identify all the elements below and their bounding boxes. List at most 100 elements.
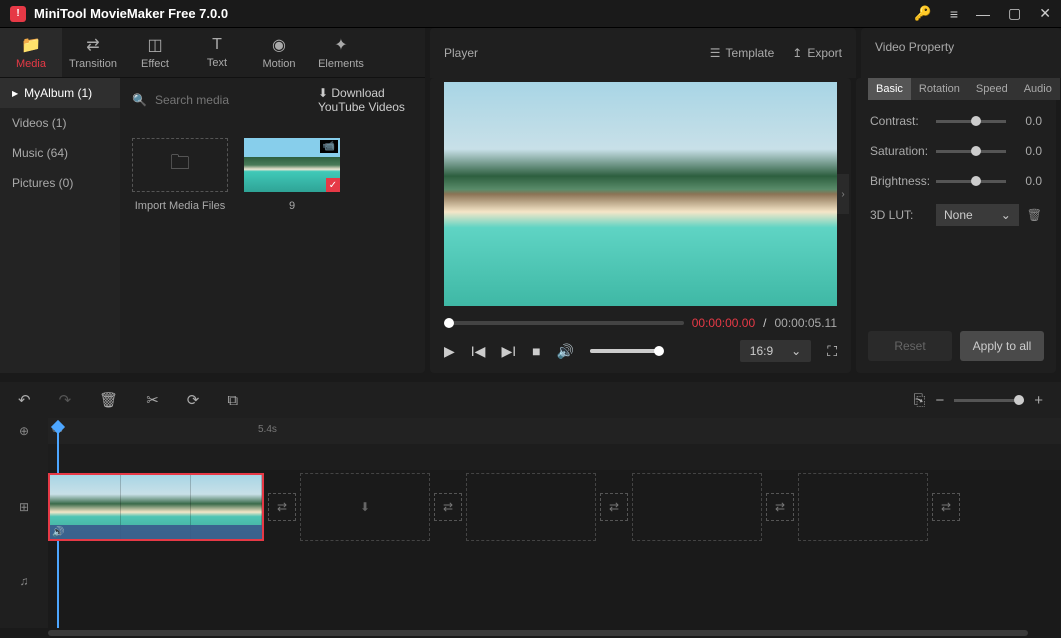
tab-media[interactable]: 📁 Media xyxy=(0,28,62,77)
tab-text[interactable]: T Text xyxy=(186,28,248,77)
lut-label: 3D LUT: xyxy=(870,208,928,222)
thumb-name: 9 xyxy=(289,200,295,212)
timeline-ruler[interactable]: 0s 5.4s xyxy=(48,418,1061,444)
tab-elements[interactable]: ✦ Elements xyxy=(310,28,372,77)
empty-clip-slot[interactable] xyxy=(466,473,596,541)
chevron-right-icon: ▶ xyxy=(12,89,18,98)
video-clip[interactable]: 🔊 xyxy=(48,473,264,541)
minimize-button[interactable]: — xyxy=(976,6,990,22)
aspect-ratio-select[interactable]: 16:9⌄ xyxy=(740,340,811,362)
app-logo: ! xyxy=(10,6,26,22)
folder-icon: 🗀 xyxy=(170,148,190,182)
props-tab-audio[interactable]: Audio xyxy=(1016,78,1060,100)
volume-slider[interactable] xyxy=(590,349,660,353)
tab-effect[interactable]: ◫ Effect xyxy=(124,28,186,77)
sidebar-item-pictures[interactable]: Pictures (0) xyxy=(0,168,120,198)
zoom-in-button[interactable]: + xyxy=(1034,392,1043,409)
sidebar-item-videos[interactable]: Videos (1) xyxy=(0,108,120,138)
brightness-value: 0.0 xyxy=(1014,174,1042,188)
search-input[interactable] xyxy=(155,93,310,107)
transition-slot[interactable]: ⇄ xyxy=(268,493,296,521)
tab-media-label: Media xyxy=(16,58,46,70)
tab-elements-label: Elements xyxy=(318,58,364,70)
tab-effect-label: Effect xyxy=(141,58,169,70)
folder-icon: 📁 xyxy=(21,35,41,55)
maximize-button[interactable]: ▢ xyxy=(1008,5,1021,22)
seek-slider[interactable] xyxy=(444,321,684,325)
next-frame-button[interactable]: ▶I xyxy=(501,343,516,360)
fullscreen-button[interactable]: ⛶ xyxy=(827,343,837,360)
sidebar-item-music[interactable]: Music (64) xyxy=(0,138,120,168)
download-youtube-button[interactable]: ⬇ Download YouTube Videos xyxy=(318,86,413,114)
brightness-label: Brightness: xyxy=(870,174,928,188)
clip-waveform xyxy=(50,525,262,539)
tab-motion[interactable]: ◉ Motion xyxy=(248,28,310,77)
download-icon: ⬇ xyxy=(318,86,328,100)
tab-transition[interactable]: ⇄Transition xyxy=(62,28,124,77)
saturation-label: Saturation: xyxy=(870,144,928,158)
expand-panel-button[interactable]: › xyxy=(837,174,849,214)
empty-clip-slot[interactable] xyxy=(798,473,928,541)
props-tab-rotation[interactable]: Rotation xyxy=(911,78,968,100)
zoom-slider[interactable] xyxy=(954,399,1024,402)
empty-clip-slot[interactable]: ⬇ xyxy=(300,473,430,541)
preview-frame xyxy=(444,82,837,306)
split-button[interactable]: ✂ xyxy=(146,391,159,409)
video-track[interactable]: 🔊 ⇄ ⬇ ⇄ ⇄ ⇄ ⇄ xyxy=(48,470,1061,544)
sidebar-item-myalbum[interactable]: ▶MyAlbum (1) xyxy=(0,78,120,108)
add-track-button[interactable]: ⊕ xyxy=(0,418,48,444)
transition-slot[interactable]: ⇄ xyxy=(434,493,462,521)
speed-button[interactable]: ⟳ xyxy=(187,391,200,409)
saturation-value: 0.0 xyxy=(1014,144,1042,158)
preview-area: › xyxy=(444,82,837,306)
text-icon: T xyxy=(212,36,222,54)
stop-button[interactable]: ■ xyxy=(532,343,540,359)
crop-button[interactable]: ⧉ xyxy=(227,392,238,409)
effect-icon: ◫ xyxy=(147,35,162,55)
delete-lut-button[interactable]: 🗑 xyxy=(1027,208,1042,222)
lut-select[interactable]: None⌄ xyxy=(936,204,1019,226)
fit-button[interactable]: ⎘ xyxy=(913,392,925,409)
tab-text-label: Text xyxy=(207,57,227,69)
timeline-scrollbar[interactable] xyxy=(0,628,1061,638)
transition-slot[interactable]: ⇄ xyxy=(766,493,794,521)
chevron-down-icon: ⌄ xyxy=(1001,208,1011,222)
audio-track[interactable] xyxy=(48,544,1061,618)
media-thumbnail[interactable]: 📹 ✓ xyxy=(244,138,340,192)
redo-button[interactable]: ↷ xyxy=(59,391,72,409)
saturation-slider[interactable] xyxy=(936,150,1006,153)
key-icon[interactable]: 🔑 xyxy=(914,5,931,22)
tab-transition-label: Transition xyxy=(69,58,117,70)
motion-icon: ◉ xyxy=(272,35,286,55)
layers-icon: ☰ xyxy=(710,46,721,60)
close-button[interactable]: ✕ xyxy=(1039,5,1051,22)
props-tab-speed[interactable]: Speed xyxy=(968,78,1016,100)
template-button[interactable]: ☰Template xyxy=(710,46,774,60)
time-current: 00:00:00.00 xyxy=(692,316,755,330)
menu-icon[interactable]: ≡ xyxy=(950,6,958,22)
zoom-out-button[interactable]: − xyxy=(935,392,944,409)
volume-icon[interactable]: 🔊 xyxy=(557,343,574,360)
elements-icon: ✦ xyxy=(334,35,347,55)
delete-button[interactable]: 🗑 xyxy=(99,391,118,409)
contrast-value: 0.0 xyxy=(1014,114,1042,128)
undo-button[interactable]: ↶ xyxy=(18,391,31,409)
overlay-track[interactable] xyxy=(48,444,1061,470)
props-tab-basic[interactable]: Basic xyxy=(868,78,911,100)
play-button[interactable]: ▶ xyxy=(444,343,455,360)
empty-clip-slot[interactable] xyxy=(632,473,762,541)
time-duration: 00:00:05.11 xyxy=(774,316,837,330)
reset-button[interactable]: Reset xyxy=(868,331,952,361)
transition-slot[interactable]: ⇄ xyxy=(932,493,960,521)
props-title: Video Property xyxy=(875,40,954,54)
contrast-slider[interactable] xyxy=(936,120,1006,123)
player-title: Player xyxy=(444,46,478,60)
apply-all-button[interactable]: Apply to all xyxy=(960,331,1044,361)
audio-track-icon: ♫ xyxy=(0,544,48,618)
tab-motion-label: Motion xyxy=(262,58,295,70)
brightness-slider[interactable] xyxy=(936,180,1006,183)
prev-frame-button[interactable]: I◀ xyxy=(471,343,486,360)
transition-slot[interactable]: ⇄ xyxy=(600,493,628,521)
import-media-button[interactable]: 🗀 xyxy=(132,138,228,192)
export-button[interactable]: ↥Export xyxy=(792,46,842,60)
